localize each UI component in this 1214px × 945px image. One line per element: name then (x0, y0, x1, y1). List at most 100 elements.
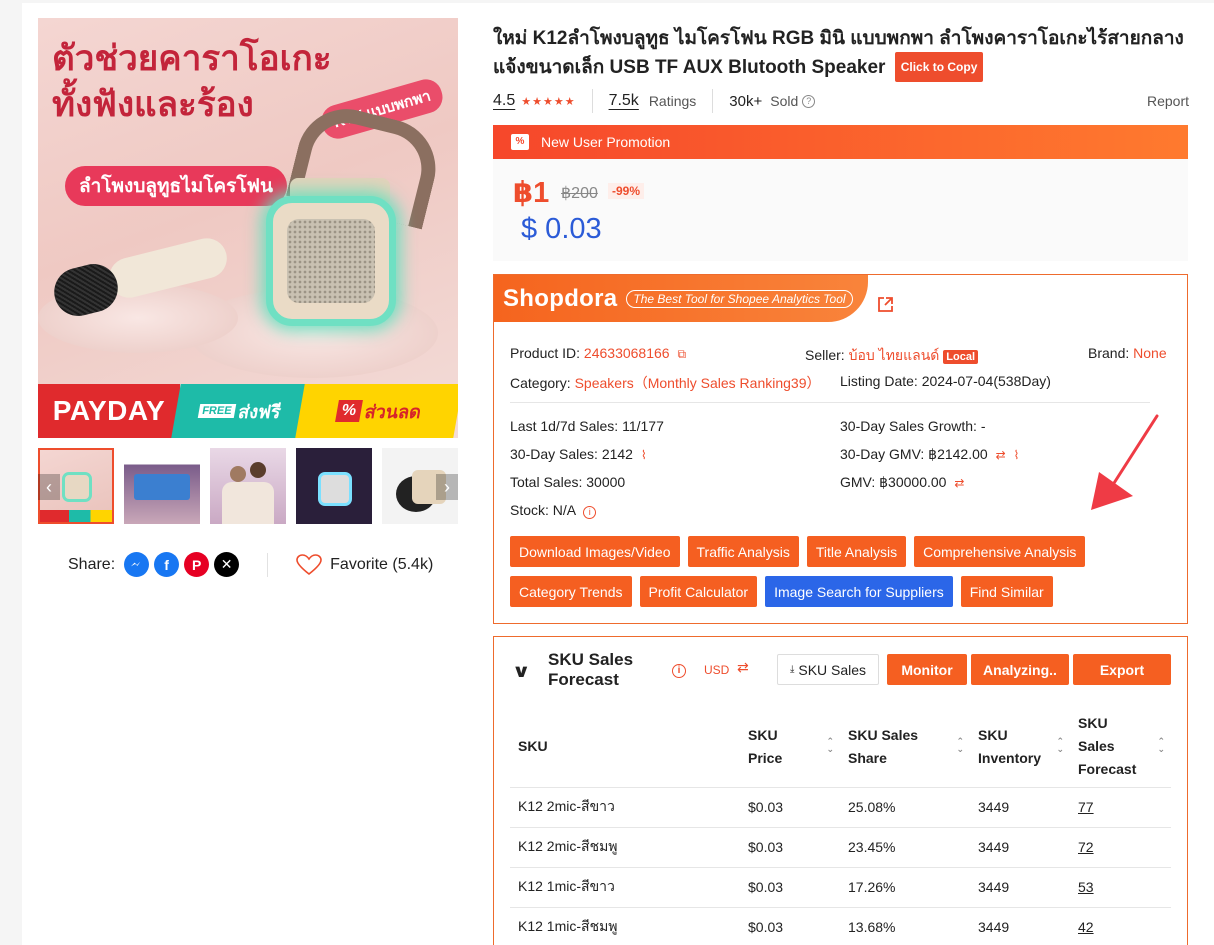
discount-text: ส่วนลด (363, 401, 423, 422)
last-sales-stat: Last 1d/7d Sales: 11/177 (510, 418, 664, 434)
new-user-promotion-banner: % New User Promotion (493, 125, 1188, 159)
sort-icon[interactable]: ⌃ ⌄ (1157, 737, 1165, 754)
favorite-button[interactable]: Favorite (5.4k) (296, 553, 434, 576)
info-icon[interactable]: i (672, 664, 686, 678)
main-product-image[interactable]: ตัวช่วยคาราโอเกะ ทั้งฟังและร้อง KTV แบบพ… (38, 18, 458, 438)
sku-table: SKU SKU Price ⌃ ⌄ SKU Sales Share ⌃ ⌄ SKU Inv… (510, 707, 1171, 945)
discount-badge: -99% (608, 183, 645, 199)
sort-icon[interactable]: ⌃ ⌄ (956, 737, 964, 754)
currency-label[interactable]: USD (704, 663, 729, 677)
sku-forecast[interactable]: 53 (1078, 879, 1094, 895)
collapse-chevron-icon[interactable]: ∨ (512, 661, 531, 682)
col-price[interactable]: SKU Price ⌃ ⌄ (740, 707, 840, 788)
trend-chart-icon[interactable]: ⌇ (641, 448, 647, 462)
sales-growth-stat: 30-Day Sales Growth: - (840, 418, 986, 434)
export-button[interactable]: Export (1073, 654, 1171, 685)
sku-name: K12 2mic-สีชมพู (510, 827, 740, 868)
thumbnail-strip (38, 448, 458, 524)
free-text: ส่งฟรี (236, 401, 283, 422)
currency-swap-icon[interactable]: ⇄ (737, 659, 749, 676)
messenger-icon[interactable] (124, 552, 150, 577)
download-images-video-button[interactable]: Download Images/Video (510, 536, 680, 567)
thumbnail-3[interactable] (210, 448, 286, 524)
col-sku: SKU (510, 707, 740, 788)
title-analysis-button[interactable]: Title Analysis (806, 536, 907, 567)
external-link-icon[interactable] (877, 296, 894, 313)
category-value[interactable]: Speakers（Monthly Sales Ranking39） (575, 375, 821, 391)
monitor-button[interactable]: Monitor (887, 654, 967, 685)
report-link[interactable]: Report (1147, 93, 1189, 109)
original-price: ฿200 (561, 185, 598, 202)
copy-icon[interactable]: ⧉ (677, 347, 686, 361)
col-sales-share[interactable]: SKU Sales Share ⌃ ⌄ (840, 707, 970, 788)
heart-icon (296, 553, 322, 575)
sku-forecast[interactable]: 77 (1078, 799, 1094, 815)
seller-value[interactable]: บ้อบ ไทยแลนด์ (849, 347, 940, 363)
sales-30-stat: 30-Day Sales: 2142 (510, 446, 633, 462)
col-share-line-2: Share (848, 749, 887, 766)
traffic-analysis-button[interactable]: Traffic Analysis (687, 536, 799, 567)
sku-share: 13.68% (840, 907, 970, 945)
gmv-30-field: 30-Day GMV: ฿2142.00 ⇄ ⌇ (840, 446, 1019, 463)
share-divider (267, 552, 269, 577)
rating-row: 4.5 ★★★★★ 7.5k Ratings 30k+ Sold ? Repor… (493, 89, 1189, 113)
percent-icon: % (334, 400, 363, 422)
sku-name: K12 1mic-สีขาว (510, 867, 740, 908)
product-title-text: ใหม่ K12ลำโพงบลูทูธ ไมโครโฟน RGB มินิ แบ… (493, 28, 1184, 78)
sku-price: $0.03 (740, 827, 840, 868)
pinterest-icon[interactable]: P (184, 552, 210, 577)
category-label: Category: (510, 375, 571, 391)
swap-icon[interactable]: ⇄ (954, 476, 964, 490)
rating-value[interactable]: 4.5 (493, 92, 515, 110)
hero-headline-line-1: ตัวช่วยคาราโอเกะ (52, 39, 332, 78)
swap-icon[interactable]: ⇄ (996, 448, 1006, 462)
sku-forecast-title: SKU Sales Forecast (548, 650, 633, 690)
col-forecast[interactable]: SKU Sales Forecast ⌃ ⌄ (1070, 707, 1171, 788)
sku-title-line-2: Forecast (548, 670, 619, 689)
col-inventory[interactable]: SKU Inventory ⌃ ⌄ (970, 707, 1070, 788)
sort-icon[interactable]: ⌃ ⌄ (1056, 737, 1064, 754)
action-buttons-row-2: Category Trends Profit Calculator Image … (510, 576, 1053, 607)
profit-calculator-button[interactable]: Profit Calculator (639, 576, 758, 607)
comprehensive-analysis-button[interactable]: Comprehensive Analysis (914, 536, 1086, 567)
payday-promo-bar: PAYDAY FREE ส่งฟรี % ส่วนลด (38, 384, 458, 438)
product-id-value[interactable]: 24633068166 (584, 345, 670, 361)
shopdora-logo: Shopdora (503, 284, 618, 312)
sku-price: $0.03 (740, 907, 840, 945)
category-trends-button[interactable]: Category Trends (510, 576, 632, 607)
total-sales-stat: Total Sales: 30000 (510, 474, 626, 490)
sku-forecast[interactable]: 72 (1078, 839, 1094, 855)
rating-divider (591, 89, 593, 113)
info-icon[interactable]: i (583, 506, 597, 519)
copy-title-button[interactable]: Click to Copy (894, 52, 984, 82)
thumbnail-next-arrow[interactable]: › (436, 474, 458, 500)
category-field: Category: Speakers（Monthly Sales Ranking… (510, 373, 821, 393)
ratings-count[interactable]: 7.5k (609, 92, 639, 110)
sku-price: $0.03 (740, 787, 840, 828)
gift-icon: % (511, 134, 529, 150)
gmv-field: GMV: ฿30000.00 ⇄ (840, 474, 964, 491)
favorite-count: Favorite (5.4k) (330, 555, 434, 573)
sort-icon[interactable]: ⌃ ⌄ (826, 737, 834, 754)
speaker-image (266, 196, 396, 326)
sku-forecast[interactable]: 42 (1078, 919, 1094, 935)
usd-price: $ 0.03 (521, 213, 602, 245)
sales-30-field: 30-Day Sales: 2142 ⌇ (510, 446, 647, 462)
analyzing-button[interactable]: Analyzing.. (971, 654, 1069, 685)
x-twitter-icon[interactable]: ✕ (214, 552, 240, 577)
find-similar-button[interactable]: Find Similar (960, 576, 1053, 607)
product-title: ใหม่ K12ลำโพงบลูทูธ ไมโครโฟน RGB มินิ แบ… (493, 26, 1193, 82)
image-search-suppliers-button[interactable]: Image Search for Suppliers (765, 576, 953, 607)
sku-sales-download-button[interactable]: ⤓ SKU Sales (777, 654, 879, 685)
hero-headline: ตัวช่วยคาราโอเกะ ทั้งฟังและร้อง (52, 36, 332, 128)
trend-chart-icon[interactable]: ⌇ (1014, 448, 1020, 462)
thumbnail-2[interactable] (124, 448, 200, 524)
shopdora-panel: Shopdora The Best Tool for Shopee Analyt… (493, 274, 1188, 624)
sku-inventory: 3449 (970, 867, 1070, 908)
facebook-icon[interactable]: f (154, 552, 180, 577)
listing-date-label: Listing Date: (840, 373, 918, 389)
help-icon[interactable]: ? (802, 94, 816, 108)
thumbnail-prev-arrow[interactable]: ‹ (38, 474, 60, 500)
gmv-30-stat: 30-Day GMV: ฿2142.00 (840, 446, 988, 462)
thumbnail-4[interactable] (296, 448, 372, 524)
